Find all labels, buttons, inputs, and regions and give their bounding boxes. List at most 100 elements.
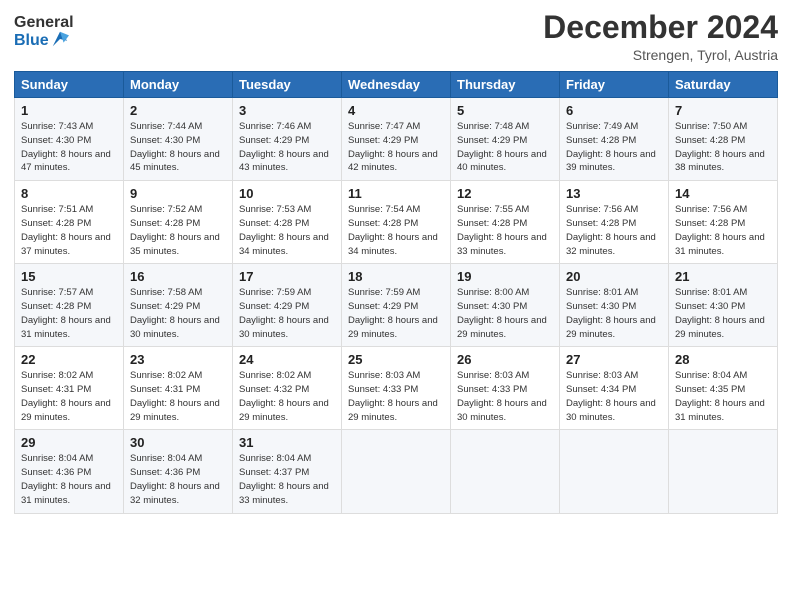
day-number: 16: [130, 269, 226, 284]
day-number: 25: [348, 352, 444, 367]
day-number: 31: [239, 435, 335, 450]
day-number: 28: [675, 352, 771, 367]
month-title: December 2024: [543, 10, 778, 45]
calendar-week-row: 1 Sunrise: 7:43 AMSunset: 4:30 PMDayligh…: [15, 98, 778, 181]
day-info: Sunrise: 8:01 AMSunset: 4:30 PMDaylight:…: [675, 286, 771, 341]
day-number: 30: [130, 435, 226, 450]
calendar-week-row: 29 Sunrise: 8:04 AMSunset: 4:36 PMDaylig…: [15, 430, 778, 513]
day-info: Sunrise: 8:04 AMSunset: 4:37 PMDaylight:…: [239, 452, 335, 507]
day-info: Sunrise: 7:48 AMSunset: 4:29 PMDaylight:…: [457, 120, 553, 175]
table-row: 10 Sunrise: 7:53 AMSunset: 4:28 PMDaylig…: [233, 181, 342, 264]
table-row: 28 Sunrise: 8:04 AMSunset: 4:35 PMDaylig…: [669, 347, 778, 430]
day-info: Sunrise: 7:51 AMSunset: 4:28 PMDaylight:…: [21, 203, 117, 258]
day-info: Sunrise: 8:04 AMSunset: 4:36 PMDaylight:…: [21, 452, 117, 507]
table-row: 6 Sunrise: 7:49 AMSunset: 4:28 PMDayligh…: [560, 98, 669, 181]
table-row: 5 Sunrise: 7:48 AMSunset: 4:29 PMDayligh…: [451, 98, 560, 181]
day-info: Sunrise: 8:00 AMSunset: 4:30 PMDaylight:…: [457, 286, 553, 341]
day-number: 24: [239, 352, 335, 367]
table-row: 12 Sunrise: 7:55 AMSunset: 4:28 PMDaylig…: [451, 181, 560, 264]
day-info: Sunrise: 8:03 AMSunset: 4:34 PMDaylight:…: [566, 369, 662, 424]
col-monday: Monday: [124, 72, 233, 98]
table-row: 1 Sunrise: 7:43 AMSunset: 4:30 PMDayligh…: [15, 98, 124, 181]
day-number: 17: [239, 269, 335, 284]
day-info: Sunrise: 8:01 AMSunset: 4:30 PMDaylight:…: [566, 286, 662, 341]
table-row: 30 Sunrise: 8:04 AMSunset: 4:36 PMDaylig…: [124, 430, 233, 513]
table-row: 16 Sunrise: 7:58 AMSunset: 4:29 PMDaylig…: [124, 264, 233, 347]
table-row: 22 Sunrise: 8:02 AMSunset: 4:31 PMDaylig…: [15, 347, 124, 430]
table-row: 8 Sunrise: 7:51 AMSunset: 4:28 PMDayligh…: [15, 181, 124, 264]
table-row: 29 Sunrise: 8:04 AMSunset: 4:36 PMDaylig…: [15, 430, 124, 513]
table-row: 9 Sunrise: 7:52 AMSunset: 4:28 PMDayligh…: [124, 181, 233, 264]
table-row: 31 Sunrise: 8:04 AMSunset: 4:37 PMDaylig…: [233, 430, 342, 513]
day-number: 9: [130, 186, 226, 201]
table-row: 23 Sunrise: 8:02 AMSunset: 4:31 PMDaylig…: [124, 347, 233, 430]
day-info: Sunrise: 7:58 AMSunset: 4:29 PMDaylight:…: [130, 286, 226, 341]
day-info: Sunrise: 8:03 AMSunset: 4:33 PMDaylight:…: [348, 369, 444, 424]
day-number: 10: [239, 186, 335, 201]
table-row: 2 Sunrise: 7:44 AMSunset: 4:30 PMDayligh…: [124, 98, 233, 181]
day-number: 26: [457, 352, 553, 367]
day-number: 12: [457, 186, 553, 201]
table-row: [669, 430, 778, 513]
table-row: 27 Sunrise: 8:03 AMSunset: 4:34 PMDaylig…: [560, 347, 669, 430]
col-wednesday: Wednesday: [342, 72, 451, 98]
day-info: Sunrise: 8:02 AMSunset: 4:32 PMDaylight:…: [239, 369, 335, 424]
col-saturday: Saturday: [669, 72, 778, 98]
day-info: Sunrise: 7:53 AMSunset: 4:28 PMDaylight:…: [239, 203, 335, 258]
day-number: 19: [457, 269, 553, 284]
table-row: [451, 430, 560, 513]
day-number: 7: [675, 103, 771, 118]
day-number: 14: [675, 186, 771, 201]
table-row: 3 Sunrise: 7:46 AMSunset: 4:29 PMDayligh…: [233, 98, 342, 181]
day-number: 5: [457, 103, 553, 118]
day-number: 4: [348, 103, 444, 118]
day-number: 2: [130, 103, 226, 118]
table-row: 24 Sunrise: 8:02 AMSunset: 4:32 PMDaylig…: [233, 347, 342, 430]
day-number: 11: [348, 186, 444, 201]
table-row: 7 Sunrise: 7:50 AMSunset: 4:28 PMDayligh…: [669, 98, 778, 181]
day-info: Sunrise: 7:52 AMSunset: 4:28 PMDaylight:…: [130, 203, 226, 258]
table-row: 17 Sunrise: 7:59 AMSunset: 4:29 PMDaylig…: [233, 264, 342, 347]
day-info: Sunrise: 8:04 AMSunset: 4:35 PMDaylight:…: [675, 369, 771, 424]
calendar-table: Sunday Monday Tuesday Wednesday Thursday…: [14, 71, 778, 513]
day-number: 29: [21, 435, 117, 450]
table-row: 15 Sunrise: 7:57 AMSunset: 4:28 PMDaylig…: [15, 264, 124, 347]
col-tuesday: Tuesday: [233, 72, 342, 98]
calendar-header-row: Sunday Monday Tuesday Wednesday Thursday…: [15, 72, 778, 98]
day-info: Sunrise: 8:04 AMSunset: 4:36 PMDaylight:…: [130, 452, 226, 507]
day-info: Sunrise: 7:56 AMSunset: 4:28 PMDaylight:…: [675, 203, 771, 258]
day-info: Sunrise: 7:50 AMSunset: 4:28 PMDaylight:…: [675, 120, 771, 175]
day-number: 21: [675, 269, 771, 284]
day-number: 27: [566, 352, 662, 367]
day-number: 8: [21, 186, 117, 201]
day-info: Sunrise: 7:44 AMSunset: 4:30 PMDaylight:…: [130, 120, 226, 175]
day-number: 3: [239, 103, 335, 118]
table-row: 21 Sunrise: 8:01 AMSunset: 4:30 PMDaylig…: [669, 264, 778, 347]
col-thursday: Thursday: [451, 72, 560, 98]
location: Strengen, Tyrol, Austria: [543, 47, 778, 63]
table-row: 18 Sunrise: 7:59 AMSunset: 4:29 PMDaylig…: [342, 264, 451, 347]
page: General Blue December 2024 Strengen, Tyr…: [0, 0, 792, 612]
day-info: Sunrise: 7:56 AMSunset: 4:28 PMDaylight:…: [566, 203, 662, 258]
day-info: Sunrise: 7:59 AMSunset: 4:29 PMDaylight:…: [239, 286, 335, 341]
table-row: 4 Sunrise: 7:47 AMSunset: 4:29 PMDayligh…: [342, 98, 451, 181]
calendar-week-row: 15 Sunrise: 7:57 AMSunset: 4:28 PMDaylig…: [15, 264, 778, 347]
day-number: 23: [130, 352, 226, 367]
table-row: 13 Sunrise: 7:56 AMSunset: 4:28 PMDaylig…: [560, 181, 669, 264]
table-row: 11 Sunrise: 7:54 AMSunset: 4:28 PMDaylig…: [342, 181, 451, 264]
day-number: 20: [566, 269, 662, 284]
day-number: 6: [566, 103, 662, 118]
day-info: Sunrise: 7:47 AMSunset: 4:29 PMDaylight:…: [348, 120, 444, 175]
table-row: [560, 430, 669, 513]
logo-blue: Blue: [14, 32, 49, 50]
table-row: 20 Sunrise: 8:01 AMSunset: 4:30 PMDaylig…: [560, 264, 669, 347]
col-sunday: Sunday: [15, 72, 124, 98]
day-info: Sunrise: 7:43 AMSunset: 4:30 PMDaylight:…: [21, 120, 117, 175]
day-number: 18: [348, 269, 444, 284]
day-info: Sunrise: 7:59 AMSunset: 4:29 PMDaylight:…: [348, 286, 444, 341]
day-info: Sunrise: 7:49 AMSunset: 4:28 PMDaylight:…: [566, 120, 662, 175]
day-info: Sunrise: 7:54 AMSunset: 4:28 PMDaylight:…: [348, 203, 444, 258]
table-row: [342, 430, 451, 513]
logo: General Blue: [14, 14, 74, 50]
day-info: Sunrise: 7:55 AMSunset: 4:28 PMDaylight:…: [457, 203, 553, 258]
